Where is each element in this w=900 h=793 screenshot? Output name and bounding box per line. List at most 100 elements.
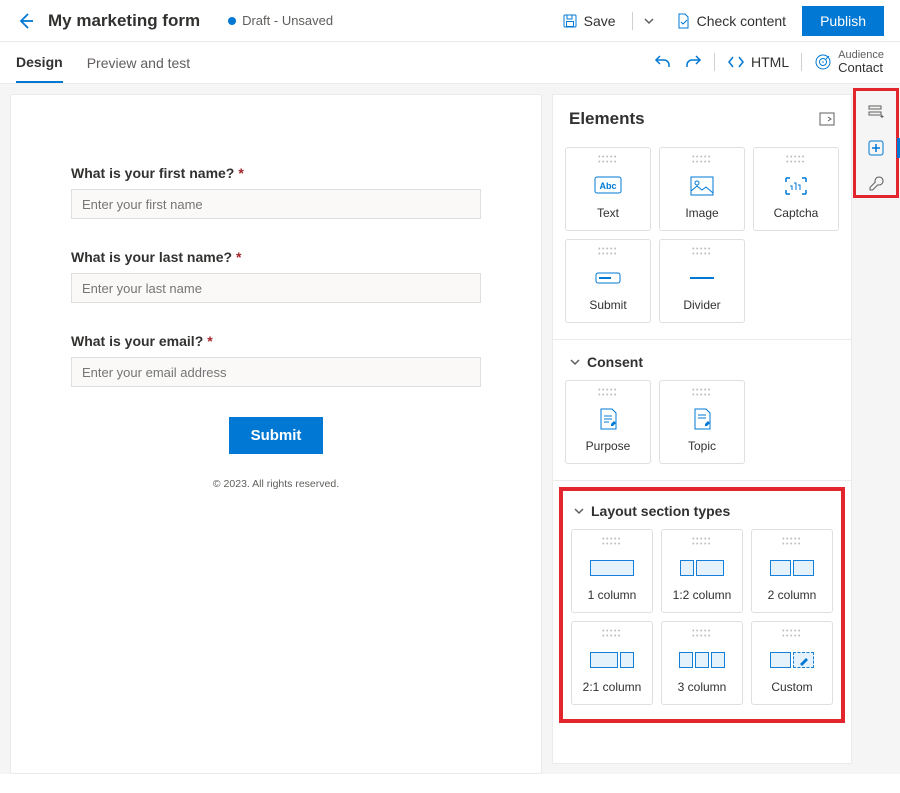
grip-icon: •••••••••• <box>602 538 622 548</box>
grip-icon: •••••••••• <box>598 389 618 399</box>
audience-selector[interactable]: Audience Contact <box>814 49 884 75</box>
grip-icon: •••••••••• <box>782 630 802 640</box>
wrench-icon <box>867 175 885 193</box>
header-bar: My marketing form Draft - Unsaved Save C… <box>0 0 900 42</box>
redo-button[interactable] <box>684 53 702 71</box>
email-input[interactable] <box>71 357 481 387</box>
redo-icon <box>684 53 702 71</box>
form-canvas[interactable]: What is your first name?* What is your l… <box>10 94 542 774</box>
consent-section: Consent •••••••••• Purpose •••••••••• To… <box>553 340 851 481</box>
form-footer-text: © 2023. All rights reserved. <box>71 478 481 490</box>
page-title: My marketing form <box>48 11 200 31</box>
grip-icon: •••••••••• <box>692 156 712 166</box>
element-topic[interactable]: •••••••••• Topic <box>659 380 745 464</box>
panel-expand-button[interactable] <box>819 112 835 126</box>
status-dot-icon <box>228 17 236 25</box>
save-icon <box>562 13 578 29</box>
tab-preview[interactable]: Preview and test <box>87 44 191 82</box>
consent-section-toggle[interactable]: Consent <box>565 348 839 380</box>
save-dropdown[interactable] <box>639 9 659 33</box>
element-purpose[interactable]: •••••••••• Purpose <box>565 380 651 464</box>
element-submit[interactable]: •••••••••• Submit <box>565 239 651 323</box>
layout-section-highlight: Layout section types •••••••••• 1 column… <box>559 487 845 723</box>
grip-icon: •••••••••• <box>692 630 712 640</box>
back-arrow-icon[interactable] <box>16 11 36 31</box>
layout-2-1-column[interactable]: •••••••••• 2:1 column <box>571 621 653 705</box>
element-image[interactable]: •••••••••• Image <box>659 147 745 231</box>
svg-text:Abc: Abc <box>599 181 616 191</box>
grip-icon: •••••••••• <box>692 389 712 399</box>
first-name-input[interactable] <box>71 189 481 219</box>
form-submit-button[interactable]: Submit <box>229 417 324 454</box>
element-divider[interactable]: •••••••••• Divider <box>659 239 745 323</box>
save-button[interactable]: Save <box>552 7 626 35</box>
undo-button[interactable] <box>654 53 672 71</box>
basic-elements-section: •••••••••• Abc Text •••••••••• Image •••… <box>553 139 851 340</box>
layout-2-column[interactable]: •••••••••• 2 column <box>751 529 833 613</box>
rail-settings-button[interactable] <box>860 168 892 200</box>
chevron-down-icon <box>569 356 581 368</box>
elements-panel: Elements •••••••••• Abc Text •••••••••• … <box>552 94 852 764</box>
check-content-button[interactable]: Check content <box>665 7 797 35</box>
element-text[interactable]: •••••••••• Abc Text <box>565 147 651 231</box>
form-field-last-name[interactable]: What is your last name?* <box>71 249 481 303</box>
two-one-column-icon <box>590 652 634 668</box>
custom-column-icon <box>770 652 814 668</box>
last-name-label: What is your last name?* <box>71 249 481 265</box>
publish-button[interactable]: Publish <box>802 6 884 36</box>
image-icon <box>690 170 714 202</box>
add-element-icon <box>867 139 885 157</box>
submit-icon <box>595 262 621 294</box>
separator <box>714 53 715 71</box>
header-actions: Save Check content Publish <box>552 6 884 36</box>
separator <box>632 12 633 30</box>
layout-1-column[interactable]: •••••••••• 1 column <box>571 529 653 613</box>
last-name-input[interactable] <box>71 273 481 303</box>
first-name-label: What is your first name?* <box>71 165 481 181</box>
document-check-icon <box>675 13 691 29</box>
grip-icon: •••••••••• <box>786 156 806 166</box>
one-column-icon <box>590 560 634 576</box>
grip-icon: •••••••••• <box>598 156 618 166</box>
elements-panel-header: Elements <box>553 95 851 139</box>
chevron-down-icon <box>573 505 585 517</box>
subheader-bar: Design Preview and test HTML Audience Co… <box>0 42 900 84</box>
status-text: Draft - Unsaved <box>242 13 333 28</box>
element-captcha[interactable]: •••••••••• Captcha <box>753 147 839 231</box>
undo-icon <box>654 53 672 71</box>
three-column-icon <box>679 652 725 668</box>
layout-section-toggle[interactable]: Layout section types <box>571 497 833 529</box>
rail-fields-button[interactable] <box>860 96 892 128</box>
editor-body: What is your first name?* What is your l… <box>0 84 900 774</box>
topic-icon <box>691 403 713 435</box>
subheader-tools: HTML Audience Contact <box>654 49 884 75</box>
html-button[interactable]: HTML <box>727 53 789 71</box>
fields-icon <box>867 103 885 121</box>
chevron-down-icon <box>643 15 655 27</box>
captcha-icon <box>783 170 809 202</box>
form-field-email[interactable]: What is your email?* <box>71 333 481 387</box>
email-label: What is your email?* <box>71 333 481 349</box>
rail-elements-button[interactable] <box>860 132 892 164</box>
layout-custom[interactable]: •••••••••• Custom <box>751 621 833 705</box>
layout-3-column[interactable]: •••••••••• 3 column <box>661 621 743 705</box>
two-column-icon <box>770 560 814 576</box>
canvas-column: What is your first name?* What is your l… <box>0 84 552 774</box>
divider-icon <box>689 262 715 294</box>
layout-1-2-column[interactable]: •••••••••• 1:2 column <box>661 529 743 613</box>
elements-panel-title: Elements <box>569 109 819 129</box>
tab-design[interactable]: Design <box>16 43 63 83</box>
grip-icon: •••••••••• <box>782 538 802 548</box>
grip-icon: •••••••••• <box>598 248 618 258</box>
right-rail <box>852 84 900 774</box>
form-field-first-name[interactable]: What is your first name?* <box>71 165 481 219</box>
purpose-icon <box>597 403 619 435</box>
expand-icon <box>819 112 835 126</box>
separator <box>801 53 802 71</box>
grip-icon: •••••••••• <box>602 630 622 640</box>
one-two-column-icon <box>680 560 724 576</box>
grip-icon: •••••••••• <box>692 248 712 258</box>
grip-icon: •••••••••• <box>692 538 712 548</box>
target-icon <box>814 53 832 71</box>
code-icon <box>727 53 745 71</box>
